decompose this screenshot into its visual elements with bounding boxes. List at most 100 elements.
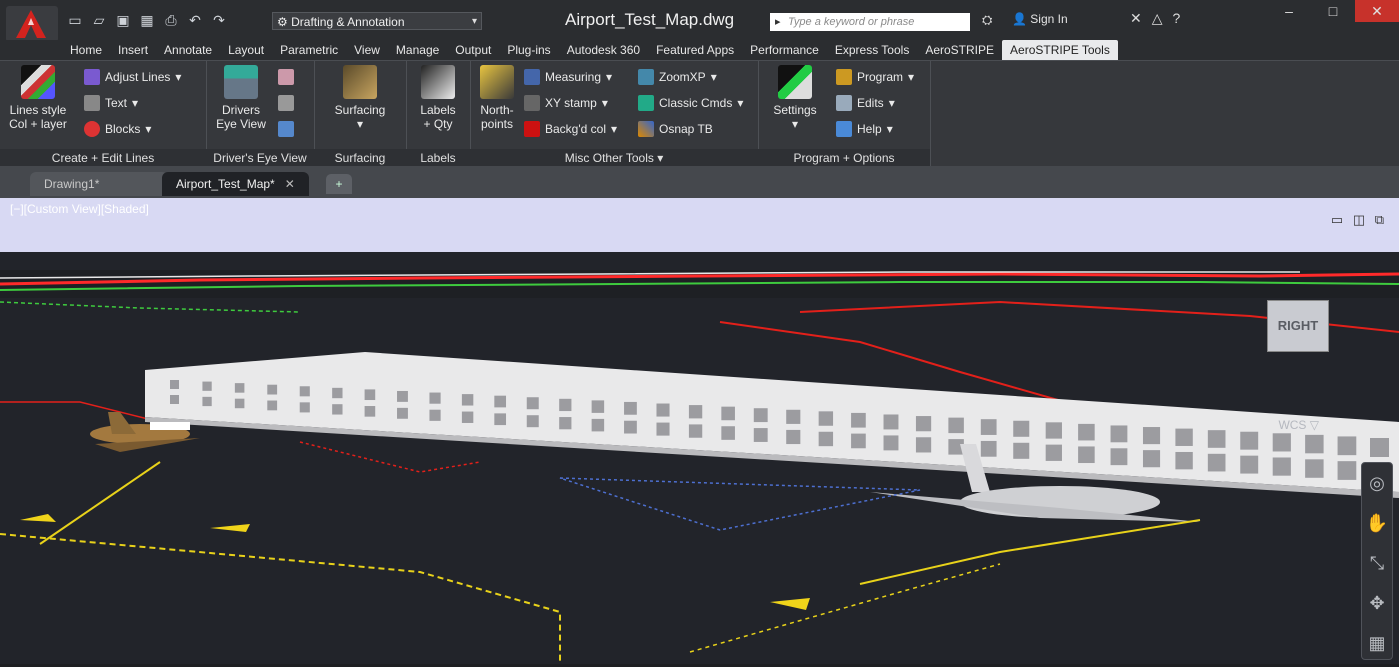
viewport-window-controls[interactable]: ▭ ◫ ⧉ <box>1331 212 1387 228</box>
viewcube[interactable]: RIGHT <box>1267 300 1329 352</box>
terminal-window <box>688 424 703 438</box>
drawing-viewport[interactable]: RIGHT WCS ▽ <box>0 252 1399 664</box>
drivers-tool-3[interactable] <box>278 119 294 139</box>
terminal-window <box>980 440 997 457</box>
drivers-tool-1[interactable] <box>278 67 294 87</box>
airport-3d-scene[interactable] <box>0 252 1399 664</box>
orbit-icon[interactable]: ✥ <box>1362 583 1392 623</box>
steering-wheel-icon[interactable]: ◎ <box>1362 463 1392 503</box>
classic-cmds-button[interactable]: Classic Cmds ▾ <box>638 93 743 113</box>
text-button[interactable]: Text ▾ <box>84 93 138 113</box>
showmotion-icon[interactable]: ▦ <box>1362 623 1392 663</box>
minimize-button[interactable]: – <box>1267 0 1311 22</box>
adjust-lines-button[interactable]: Adjust Lines ▾ <box>84 67 181 87</box>
misc-panel-label: Misc Other Tools <box>564 151 654 165</box>
exchange-icon[interactable]: ✕ <box>1130 10 1142 27</box>
open-folder-icon[interactable]: ▱ <box>90 12 108 28</box>
background-color-button[interactable]: Backg'd col ▾ <box>524 119 617 139</box>
settings-button[interactable]: Settings ▾ <box>764 61 826 131</box>
north-points-button[interactable]: North- points <box>474 61 520 131</box>
new-file-icon[interactable]: ▭ <box>66 12 84 28</box>
edits-label: Edits <box>857 96 884 110</box>
terminal-window <box>1013 442 1030 459</box>
autocad-logo-icon <box>16 10 46 38</box>
ribbon-tab-layout[interactable]: Layout <box>220 40 272 60</box>
lines-style-button[interactable]: Lines style Col + layer <box>6 61 70 131</box>
redo-icon[interactable]: ↷ <box>210 12 228 28</box>
program-label: Program <box>857 70 904 84</box>
panel-create-edit-lines: Lines style Col + layer Adjust Lines ▾ Te… <box>0 61 207 167</box>
ribbon-tab-featured-apps[interactable]: Featured Apps <box>648 40 742 60</box>
panel-label[interactable]: Misc Other Tools ▾ <box>470 149 758 167</box>
terminal-window <box>1337 436 1357 456</box>
drivers-tool-2[interactable] <box>278 93 294 113</box>
osnap-tb-button[interactable]: Osnap TB <box>638 119 713 139</box>
ribbon-tab-insert[interactable]: Insert <box>110 40 156 60</box>
labels-qty-button[interactable]: Labels + Qty <box>412 61 464 131</box>
save-as-icon[interactable]: ▦ <box>138 12 156 28</box>
blocks-button[interactable]: Blocks ▾ <box>84 119 151 139</box>
terminal-window <box>851 412 866 428</box>
ribbon-tab-home[interactable]: Home <box>62 40 110 60</box>
tab-drawing1[interactable]: Drawing1* <box>30 172 168 196</box>
terminal-window <box>1272 457 1291 476</box>
program-button[interactable]: Program ▾ <box>836 67 914 87</box>
edits-button[interactable]: Edits ▾ <box>836 93 895 113</box>
zoomxp-button[interactable]: ZoomXP ▾ <box>638 67 717 87</box>
terminal-window <box>234 383 245 393</box>
ribbon-tab-aerostripe[interactable]: AeroSTRIPE <box>917 40 1002 60</box>
terminal-window <box>526 415 539 428</box>
undo-icon[interactable]: ↶ <box>186 12 204 28</box>
classic-cmds-icon <box>638 95 654 111</box>
terminal-window <box>429 409 441 421</box>
pan-hand-icon[interactable]: ✋ <box>1362 503 1392 543</box>
terminal-window <box>656 422 670 436</box>
tab-airport-test-map[interactable]: Airport_Test_Map* ✕ <box>162 172 309 196</box>
zoom-icon[interactable]: ⤡ <box>1362 543 1392 583</box>
ribbon-tab-aerostripe-tools[interactable]: AeroSTRIPE Tools <box>1002 40 1118 60</box>
ribbon-tab-autodesk-360[interactable]: Autodesk 360 <box>559 40 648 60</box>
save-icon[interactable]: ▣ <box>114 12 132 28</box>
ribbon-tab-parametric[interactable]: Parametric <box>272 40 346 60</box>
labels-icon <box>421 65 455 99</box>
binoculars-icon[interactable]: ⛭ <box>982 12 992 28</box>
application-menu-button[interactable] <box>6 6 58 42</box>
search-input[interactable]: ▸ Type a keyword or phrase <box>770 13 970 31</box>
terminal-window <box>364 406 376 417</box>
text-label: Text <box>105 96 128 110</box>
panel-drivers-eye-view: Drivers Eye View Driver's Eye View <box>206 61 315 167</box>
sign-in-label: Sign In <box>1030 12 1068 26</box>
col-layer-label: Col + layer <box>9 117 67 131</box>
ribbon-tab-manage[interactable]: Manage <box>388 40 447 60</box>
lines-style-label: Lines style <box>9 103 67 117</box>
print-icon[interactable]: ⎙ <box>162 12 180 28</box>
ribbon-tab-output[interactable]: Output <box>447 40 499 60</box>
ribbon-tab-plug-ins[interactable]: Plug-ins <box>499 40 558 60</box>
qty-label: + Qty <box>423 117 453 131</box>
chevron-down-icon: ▾ <box>710 70 717 84</box>
ribbon-tab-express-tools[interactable]: Express Tools <box>827 40 917 60</box>
surfacing-button[interactable]: Surfacing ▾ <box>324 61 396 131</box>
close-button[interactable]: ✕ <box>1355 0 1399 22</box>
workspace-dropdown[interactable]: ⚙ Drafting & Annotation ▾ <box>272 12 482 30</box>
ribbon-tab-view[interactable]: View <box>346 40 388 60</box>
xy-stamp-button[interactable]: XY stamp ▾ <box>524 93 608 113</box>
help-icon[interactable]: ? <box>1173 10 1181 27</box>
new-tab-button[interactable]: + <box>326 174 352 194</box>
wcs-menu[interactable]: WCS ▽ <box>1278 418 1319 432</box>
ribbon-tab-annotate[interactable]: Annotate <box>156 40 220 60</box>
sign-in-button[interactable]: 👤 Sign In <box>1012 12 1068 26</box>
terminal-window <box>591 418 605 432</box>
measuring-button[interactable]: Measuring ▾ <box>524 67 612 87</box>
ribbon-tab-performance[interactable]: Performance <box>742 40 827 60</box>
drivers-eye-view-button[interactable]: Drivers Eye View <box>210 61 272 131</box>
terminal-window <box>1045 422 1062 439</box>
maximize-button[interactable]: □ <box>1311 0 1355 22</box>
measuring-icon <box>524 69 540 85</box>
close-tab-icon[interactable]: ✕ <box>285 177 295 191</box>
panel-program-options: Settings ▾ Program ▾ Edits ▾ Help ▾ Program… <box>758 61 931 167</box>
panel-misc-other-tools: North- points Measuring ▾ XY stamp ▾ Backg… <box>470 61 759 167</box>
autodesk-360-icon[interactable]: △ <box>1152 10 1163 27</box>
help-button[interactable]: Help ▾ <box>836 119 893 139</box>
viewport-controls-label[interactable]: [−][Custom View][Shaded] <box>10 202 149 216</box>
